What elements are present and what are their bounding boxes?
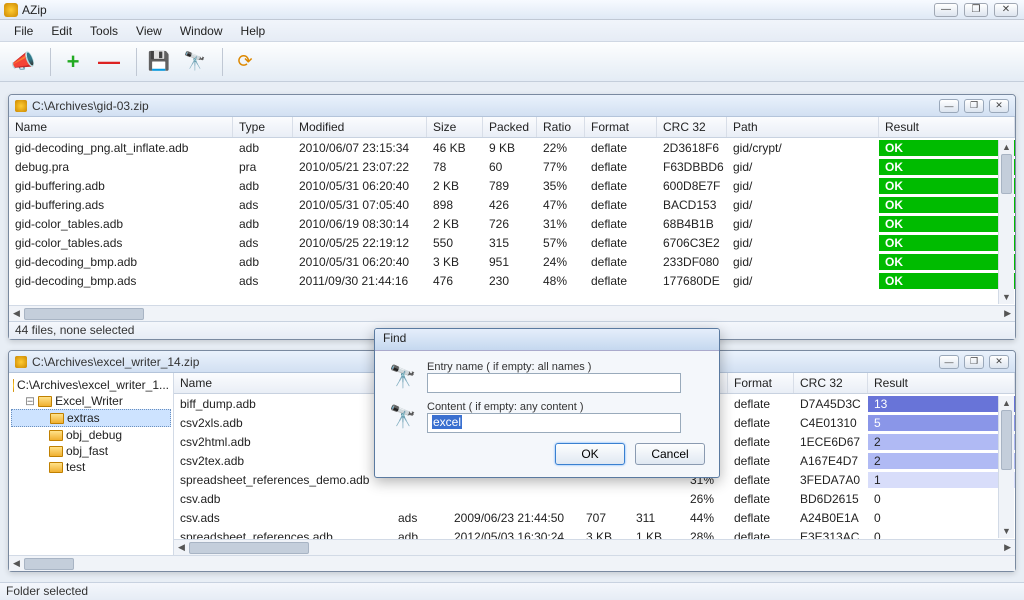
tree-hscroll[interactable]: ◀ <box>9 555 1015 571</box>
find-dialog-title[interactable]: Find <box>375 329 719 351</box>
binoculars-icon: 🔭 <box>389 364 415 390</box>
tree-item[interactable]: test <box>11 459 171 475</box>
folder-icon <box>49 446 63 457</box>
col-crc[interactable]: CRC 32 <box>657 117 727 137</box>
table-row[interactable]: gid-color_tables.adsads2010/05/25 22:19:… <box>9 233 1015 252</box>
maximize-button[interactable]: ❐ <box>964 3 988 17</box>
archive-2-close[interactable]: ✕ <box>989 355 1009 369</box>
table-row[interactable]: gid-buffering.adsads2010/05/31 07:05:408… <box>9 195 1015 214</box>
table-row[interactable]: gid-buffering.adbadb2010/05/31 06:20:402… <box>9 176 1015 195</box>
archive-2-maximize[interactable]: ❐ <box>964 355 984 369</box>
entry-name-label: Entry name ( if empty: all names ) <box>427 361 705 373</box>
archive-2-vscroll[interactable]: ▲ ▼ <box>998 396 1014 538</box>
folder-icon <box>50 413 64 424</box>
tree-item-selected[interactable]: extras <box>11 409 171 427</box>
col-result[interactable]: Result <box>879 117 1015 137</box>
menu-edit[interactable]: Edit <box>43 22 80 40</box>
minimize-button[interactable]: — <box>934 3 958 17</box>
tree-item[interactable]: ⊟Excel_Writer <box>11 393 171 409</box>
folder-icon <box>38 396 52 407</box>
table-row[interactable]: spreadsheet_references.adbadb2012/05/03 … <box>174 527 1015 539</box>
menu-window[interactable]: Window <box>172 22 231 40</box>
zip-icon <box>13 379 14 392</box>
col-path[interactable]: Path <box>727 117 879 137</box>
menu-file[interactable]: File <box>6 22 41 40</box>
folder-icon <box>49 430 63 441</box>
archive-1-hscroll[interactable]: ◀ ▶ <box>9 305 1015 321</box>
col-format[interactable]: Format <box>728 373 794 393</box>
toolbar: 📣 + — 💾 🔭 ⟳ <box>0 42 1024 82</box>
extract-button[interactable]: 📣 <box>6 47 40 77</box>
add-button[interactable]: + <box>56 47 90 77</box>
col-size[interactable]: Size <box>427 117 483 137</box>
entry-name-input[interactable] <box>427 373 681 393</box>
refresh-button[interactable]: ⟳ <box>228 47 262 77</box>
tree-root[interactable]: C:\Archives\excel_writer_1... <box>11 377 171 393</box>
archive-1-vscroll[interactable]: ▲ ▼ <box>998 140 1014 304</box>
table-row[interactable]: gid-decoding_bmp.adbadb2010/05/31 06:20:… <box>9 252 1015 271</box>
archive-1-titlebar[interactable]: C:\Archives\gid-03.zip — ❐ ✕ <box>9 95 1015 117</box>
archive-1-close[interactable]: ✕ <box>989 99 1009 113</box>
table-row[interactable]: debug.prapra2010/05/21 23:07:22786077%de… <box>9 157 1015 176</box>
archive-icon <box>15 100 27 112</box>
find-dialog: Find 🔭 Entry name ( if empty: all names … <box>374 328 720 478</box>
table-row[interactable]: gid-decoding_bmp.adsads2011/09/30 21:44:… <box>9 271 1015 290</box>
archive-window-1: C:\Archives\gid-03.zip — ❐ ✕ Name Type M… <box>8 94 1016 340</box>
table-row[interactable]: gid-color_tables.adbadb2010/06/19 08:30:… <box>9 214 1015 233</box>
col-type[interactable]: Type <box>233 117 293 137</box>
folder-icon <box>49 462 63 473</box>
cancel-button[interactable]: Cancel <box>635 443 705 465</box>
col-modified[interactable]: Modified <box>293 117 427 137</box>
archive-icon <box>15 356 27 368</box>
archive-1-maximize[interactable]: ❐ <box>964 99 984 113</box>
col-name[interactable]: Name <box>9 117 233 137</box>
ok-button[interactable]: OK <box>555 443 625 465</box>
table-row[interactable]: csv.adb26%deflateBD6D26150 <box>174 489 1015 508</box>
col-result[interactable]: Result <box>868 373 1015 393</box>
menu-tools[interactable]: Tools <box>82 22 126 40</box>
menu-help[interactable]: Help <box>233 22 274 40</box>
app-titlebar: AZip — ❐ ✕ <box>0 0 1024 20</box>
col-ratio[interactable]: Ratio <box>537 117 585 137</box>
binoculars-icon: 🔭 <box>389 404 415 430</box>
test-button[interactable]: 💾 <box>142 47 176 77</box>
content-label: Content ( if empty: any content ) <box>427 401 705 413</box>
tree-item[interactable]: obj_debug <box>11 427 171 443</box>
find-button[interactable]: 🔭 <box>178 47 212 77</box>
menu-view[interactable]: View <box>128 22 170 40</box>
app-icon <box>4 3 18 17</box>
folder-tree[interactable]: C:\Archives\excel_writer_1... ⊟Excel_Wri… <box>9 373 174 555</box>
archive-2-minimize[interactable]: — <box>939 355 959 369</box>
archive-2-hscroll[interactable]: ◀ ▶ <box>174 539 1015 555</box>
col-crc[interactable]: CRC 32 <box>794 373 868 393</box>
archive-1-path: C:\Archives\gid-03.zip <box>32 99 149 113</box>
tree-item[interactable]: obj_fast <box>11 443 171 459</box>
archive-1-header: Name Type Modified Size Packed Ratio For… <box>9 117 1015 138</box>
table-row[interactable]: csv.adsads2009/06/23 21:44:5070731144%de… <box>174 508 1015 527</box>
col-name[interactable]: Name <box>174 373 392 393</box>
col-format[interactable]: Format <box>585 117 657 137</box>
archive-1-minimize[interactable]: — <box>939 99 959 113</box>
archive-2-path: C:\Archives\excel_writer_14.zip <box>32 355 199 369</box>
col-packed[interactable]: Packed <box>483 117 537 137</box>
content-input[interactable]: excel <box>427 413 681 433</box>
table-row[interactable]: gid-decoding_png.alt_inflate.adbadb2010/… <box>9 138 1015 157</box>
menubar: File Edit Tools View Window Help <box>0 20 1024 42</box>
app-statusbar: Folder selected <box>0 582 1024 600</box>
app-title: AZip <box>22 3 47 17</box>
remove-button[interactable]: — <box>92 47 126 77</box>
archive-1-body[interactable]: gid-decoding_png.alt_inflate.adbadb2010/… <box>9 138 1015 305</box>
close-button[interactable]: ✕ <box>994 3 1018 17</box>
